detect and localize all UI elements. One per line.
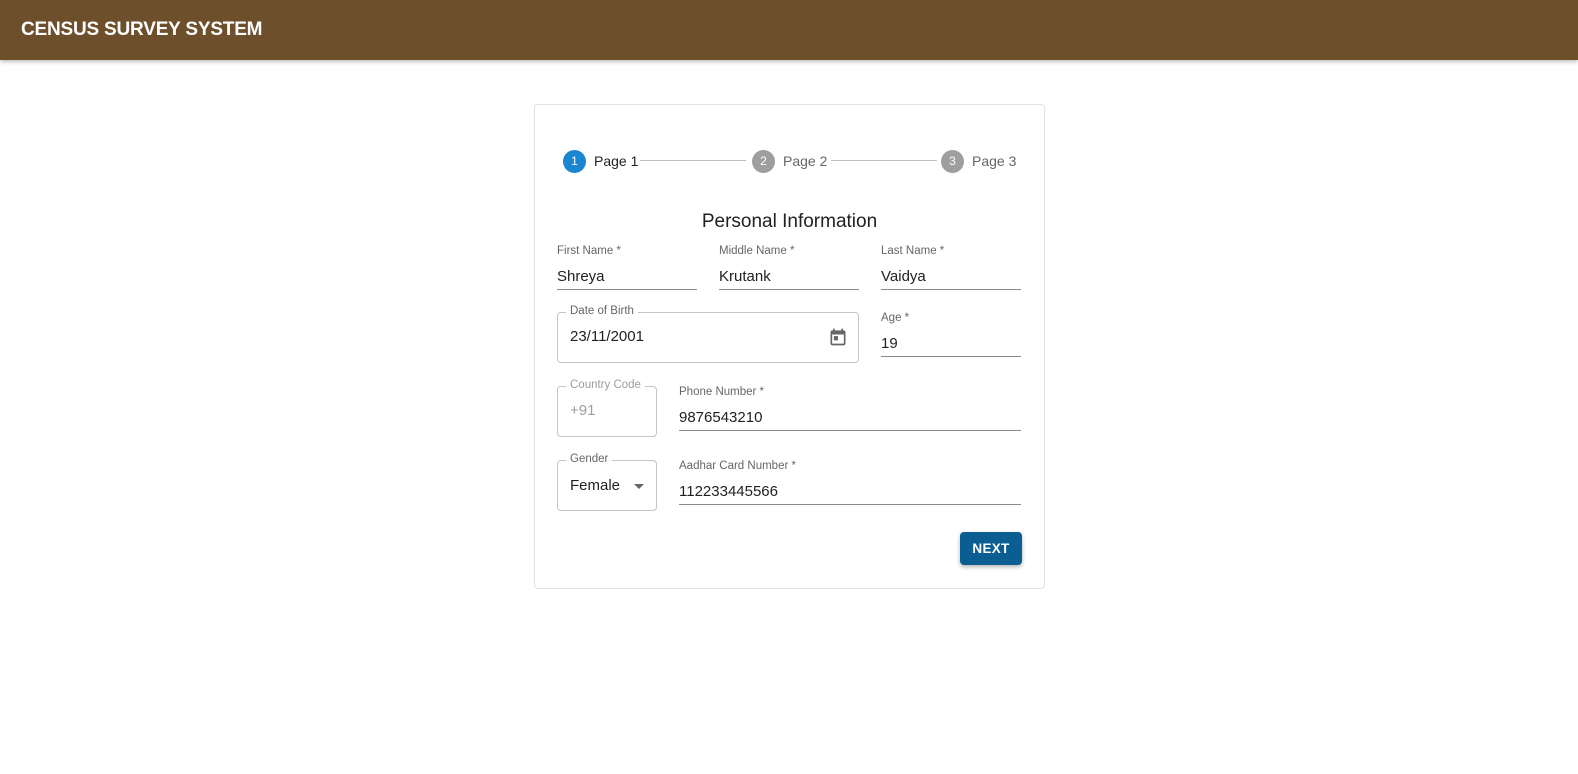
form-card: 1 Page 1 2 Page 2 3 Page 3 Personal Info… [534, 104, 1045, 589]
phone-number-label: Phone Number * [679, 386, 765, 398]
section-title: Personal Information [701, 211, 878, 232]
aadhar-number-input[interactable] [679, 478, 1021, 505]
country-code-label: Country Code [566, 379, 645, 391]
gender-select[interactable]: Gender Female [557, 453, 657, 511]
gender-value: Female [570, 477, 621, 494]
phone-number-field: Phone Number * [679, 386, 1021, 432]
step-connector [831, 160, 937, 161]
app-bar: CENSUS SURVEY SYSTEM [0, 0, 1578, 60]
phone-number-input[interactable] [679, 404, 1021, 431]
first-name-field: First Name * [557, 245, 697, 291]
age-input[interactable] [881, 330, 1021, 357]
date-of-birth-label: Date of Birth [566, 305, 638, 317]
gender-label: Gender [566, 453, 613, 465]
calendar-icon[interactable] [828, 327, 848, 347]
country-code-value: +91 [570, 402, 596, 419]
middle-name-label: Middle Name * [719, 245, 795, 257]
last-name-label: Last Name * [881, 245, 945, 257]
last-name-field: Last Name * [881, 245, 1021, 291]
country-code-field: Country Code +91 [557, 379, 657, 437]
step-1-label: Page 1 [594, 153, 639, 169]
last-name-input[interactable] [881, 263, 1021, 290]
age-label: Age * [881, 312, 910, 324]
step-3-number: 3 [941, 149, 964, 173]
caret-down-icon[interactable] [634, 484, 644, 489]
step-2[interactable]: 2 Page 2 [752, 149, 827, 173]
date-of-birth-value: 23/11/2001 [570, 328, 644, 345]
next-button[interactable]: NEXT [960, 532, 1022, 565]
step-1[interactable]: 1 Page 1 [563, 149, 638, 173]
step-2-number: 2 [752, 149, 775, 173]
first-name-label: First Name * [557, 245, 621, 257]
date-of-birth-field[interactable]: Date of Birth 23/11/2001 [557, 305, 859, 363]
age-field: Age * [881, 312, 1021, 358]
step-connector [640, 160, 746, 161]
app-title: CENSUS SURVEY SYSTEM [21, 19, 263, 40]
step-2-label: Page 2 [783, 153, 828, 169]
aadhar-number-label: Aadhar Card Number * [679, 460, 796, 472]
step-3[interactable]: 3 Page 3 [941, 149, 1016, 173]
middle-name-field: Middle Name * [719, 245, 859, 291]
middle-name-input[interactable] [719, 263, 859, 290]
aadhar-number-field: Aadhar Card Number * [679, 460, 1021, 506]
first-name-input[interactable] [557, 263, 697, 290]
step-3-label: Page 3 [972, 153, 1017, 169]
step-1-number: 1 [563, 149, 586, 173]
